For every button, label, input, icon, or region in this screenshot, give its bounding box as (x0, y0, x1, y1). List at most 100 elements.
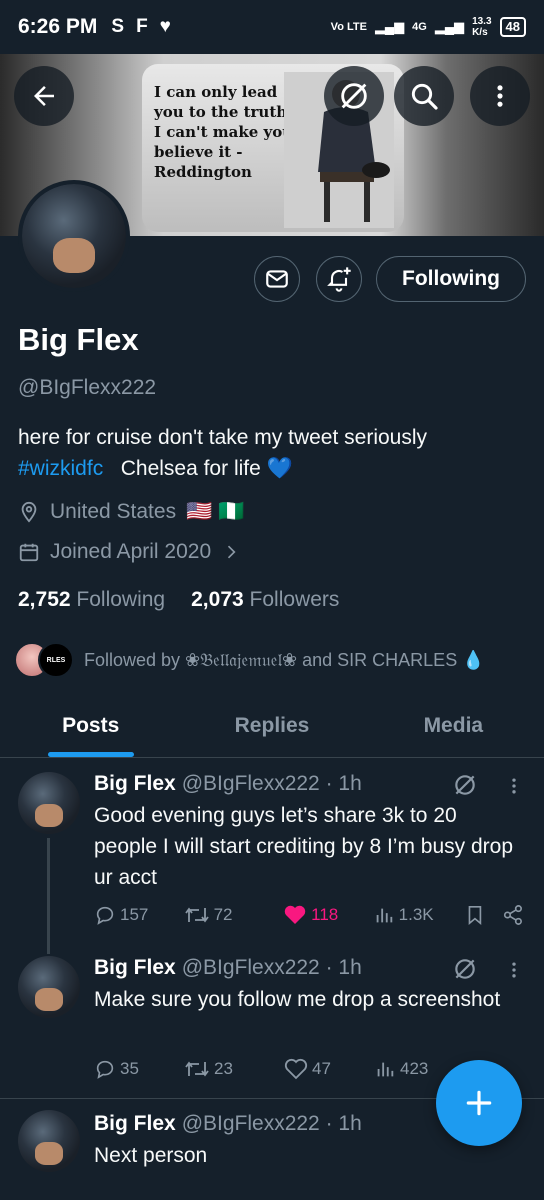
grok-button[interactable] (324, 66, 384, 126)
views-count: 423 (400, 1059, 429, 1078)
tweet-meta: @BIgFlexx222 · 1h (181, 1112, 362, 1135)
notifications-button[interactable] (316, 256, 362, 302)
retweet-button[interactable]: 23 (184, 1058, 280, 1080)
battery-indicator: 48 (499, 17, 526, 37)
tweet-actions: 157 72 118 1.3K (94, 904, 524, 926)
joined-row[interactable]: Joined April 2020 (18, 540, 241, 564)
profile-tabs: Posts Replies Media (0, 694, 544, 758)
profile-avatar[interactable] (18, 180, 130, 292)
chevron-right-icon (228, 545, 236, 559)
bookmark-icon[interactable] (464, 904, 486, 926)
like-button[interactable]: 47 (284, 1058, 374, 1080)
status-time: 6:26 PM (18, 15, 98, 38)
followed-by-text: Followed by ❀𝔅𝔢𝔩𝔩𝔞𝔧𝔢𝔪𝔲𝔢𝔩❀ and SIR CHARLE… (84, 649, 485, 670)
avatar-image (22, 184, 126, 288)
tab-replies[interactable]: Replies (181, 694, 362, 757)
tweet-avatar[interactable] (18, 956, 80, 1018)
reply-count: 157 (120, 905, 149, 924)
views-count: 1.3K (398, 905, 434, 924)
followers-stat[interactable]: 2,073 Followers (191, 588, 339, 612)
tweet-meta: @BIgFlexx222 · 1h (181, 772, 362, 795)
bio-tail: Chelsea for life (120, 457, 261, 480)
reply-button[interactable]: 35 (94, 1058, 176, 1080)
heart-icon (284, 905, 306, 924)
heart-status-icon: ♥ (159, 16, 171, 37)
speed-value: 13.3 (472, 16, 492, 27)
tweet-text: Next person (94, 1144, 208, 1167)
retweet-icon (185, 1061, 209, 1077)
grok-icon[interactable] (452, 956, 478, 982)
grok-icon[interactable] (452, 772, 478, 798)
tweet-more-icon[interactable] (504, 958, 524, 982)
status-right-group: Vo LTE ▂▄▆ 4G ▂▄▆ 13.3 K/s 48 (331, 16, 526, 38)
retweet-icon (184, 907, 209, 923)
signal-icon-2: ▂▄▆ (434, 19, 465, 34)
grok-icon (341, 83, 367, 109)
tweet-author-name[interactable]: Big Flex (94, 772, 176, 796)
following-label: Following (76, 588, 166, 611)
network-speed: 13.3 K/s (472, 16, 491, 38)
bio-hashtag-link[interactable]: #wizkidfc (18, 457, 103, 480)
volte-indicator: Vo LTE (330, 21, 367, 33)
search-button[interactable] (394, 66, 454, 126)
search-icon (411, 83, 438, 110)
back-button[interactable] (14, 66, 74, 126)
retweet-count: 72 (213, 905, 233, 924)
reply-icon (96, 906, 114, 925)
heart-icon (284, 1058, 308, 1080)
network-type: 4G (412, 21, 427, 33)
speed-unit: K/s (472, 27, 488, 38)
tweet-text: Good evening guys let’s share 3k to 20 p… (94, 804, 514, 889)
status-notification-icons: S F ♥ (111, 16, 171, 38)
followed-by-row[interactable]: RLES Followed by ❀𝔅𝔢𝔩𝔩𝔞𝔧𝔢𝔪𝔲𝔢𝔩❀ and SIR C… (14, 642, 485, 678)
tab-posts[interactable]: Posts (0, 694, 181, 757)
reply-count: 35 (120, 1059, 139, 1078)
following-count: 2,752 (18, 588, 71, 611)
like-button[interactable]: 118 (283, 904, 373, 926)
tweet-avatar[interactable] (18, 772, 80, 834)
message-button[interactable] (254, 256, 300, 302)
following-button[interactable]: Following (376, 256, 526, 302)
tab-media[interactable]: Media (363, 694, 544, 757)
tweet-header: Big Flex @BIgFlexx222 · 1h (94, 956, 362, 980)
profile-handle: @BIgFlexx222 (18, 376, 157, 399)
reply-button[interactable]: 157 (94, 904, 176, 926)
back-arrow-icon (34, 86, 54, 106)
tweet-header: Big Flex @BIgFlexx222 · 1h (94, 1112, 362, 1136)
status-bar: 6:26 PM S F ♥ Vo LTE ▂▄▆ 4G ▂▄▆ 13.3 K/s… (0, 0, 544, 54)
views-button[interactable]: 1.3K (373, 904, 465, 926)
bio-text: here for cruise don't take my tweet seri… (18, 426, 428, 449)
joined-text: Joined April 2020 (50, 540, 212, 563)
more-options-button[interactable] (470, 66, 530, 126)
views-icon (376, 908, 392, 923)
follow-stats: 2,752 Following 2,073 Followers (18, 588, 339, 612)
follower-avatar-2: RLES (38, 642, 74, 678)
banner-quote: I can only lead you to the truth. I can'… (154, 83, 294, 181)
compose-button[interactable] (436, 1060, 522, 1146)
blue-heart-emoji: 💙 (266, 457, 293, 480)
like-count: 47 (312, 1059, 331, 1078)
reply-icon (96, 1060, 114, 1079)
tweet-author-name[interactable]: Big Flex (94, 956, 176, 980)
like-count: 118 (311, 905, 339, 924)
tweet-more-icon[interactable] (504, 774, 524, 798)
location-flags: 🇺🇸 🇳🇬 (186, 500, 245, 523)
share-icon[interactable] (502, 904, 524, 926)
retweet-count: 23 (214, 1059, 233, 1078)
mail-icon (266, 270, 288, 288)
calendar-icon (19, 543, 39, 562)
tweet-text: Make sure you follow me drop a screensho… (94, 988, 501, 1011)
retweet-button[interactable]: 72 (184, 904, 280, 926)
location-row: United States 🇺🇸 🇳🇬 (18, 500, 244, 524)
more-vertical-icon (497, 85, 503, 107)
bell-plus-icon (327, 267, 351, 292)
tweet-author-name[interactable]: Big Flex (94, 1112, 176, 1136)
profile-bio: here for cruise don't take my tweet seri… (18, 422, 528, 484)
location-icon (21, 501, 37, 523)
plus-icon (466, 1090, 492, 1116)
tweet-avatar[interactable] (18, 1110, 80, 1172)
profile-name: Big Flex (18, 322, 139, 357)
location-text: United States (50, 500, 177, 523)
following-stat[interactable]: 2,752 Following (18, 588, 165, 612)
app-f-icon: F (136, 16, 148, 37)
